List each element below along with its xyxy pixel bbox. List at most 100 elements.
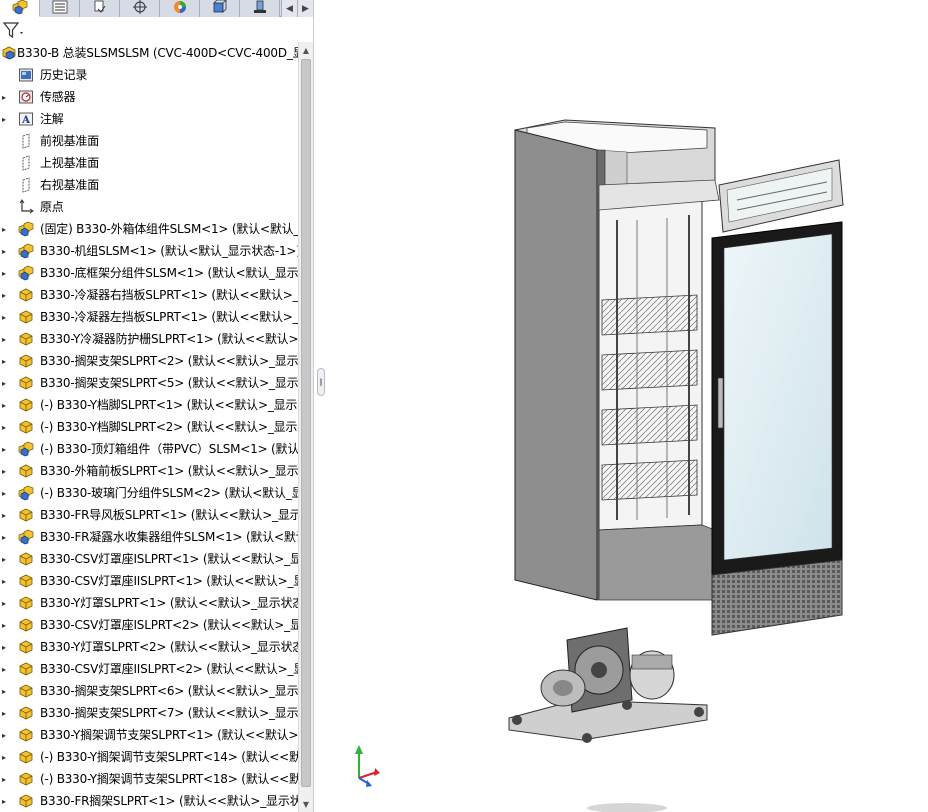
tree-item[interactable]: ▸ B330-CSV灯罩座IISLPRT<2> (默认<<默认>_显示状态 1>)	[0, 658, 298, 680]
color-wheel-icon	[172, 0, 188, 17]
expand-arrow-icon[interactable]: ▸	[0, 790, 8, 812]
tree-item[interactable]: ▸ B330-FR导风板SLPRT<1> (默认<<默认>_显示状态 1>)	[0, 504, 298, 526]
expand-arrow-icon[interactable]: ▸	[0, 306, 8, 328]
tree-item[interactable]: ▸ A 注解	[0, 108, 298, 130]
tree-item-label: 传感器	[40, 90, 76, 104]
tree-item[interactable]: ▸ B330-CSV灯罩座IISLPRT<1> (默认<<默认>_显示状态 1>)	[0, 570, 298, 592]
expand-arrow-icon[interactable]: ▸	[0, 284, 8, 306]
tab-simulation[interactable]	[240, 0, 280, 17]
tree-item[interactable]: ▸ B330-CSV灯罩座ISLPRT<1> (默认<<默认>_显示状态 1>)	[0, 548, 298, 570]
part-icon	[17, 396, 35, 414]
tree-item[interactable]: ▸ B330-Y冷凝器防护栅SLPRT<1> (默认<<默认>_显示状态 1>)	[0, 328, 298, 350]
scroll-thumb[interactable]	[301, 59, 311, 787]
expand-arrow-icon[interactable]: ▸	[0, 460, 8, 482]
tree-item-label: 历史记录	[40, 68, 88, 82]
tree-item-label: 前视基准面	[40, 134, 100, 148]
graphics-area[interactable]	[327, 0, 928, 812]
expand-arrow-icon[interactable]: ▸	[0, 328, 8, 350]
tree-item[interactable]: 右视基准面	[0, 174, 298, 196]
expand-arrow-icon[interactable]: ▸	[0, 108, 8, 130]
expand-arrow-icon[interactable]: ▸	[0, 350, 8, 372]
tree-root-assembly[interactable]: B330-B 总装SLSMSLSM (CVC-400D<CVC-400D_显示状…	[0, 42, 298, 64]
expand-arrow-icon[interactable]: ▸	[0, 592, 8, 614]
filter-icon	[2, 22, 23, 39]
top-light-box[interactable]	[718, 159, 844, 233]
tree-item[interactable]: 前视基准面	[0, 130, 298, 152]
tree-item-label: (-) B330-Y档脚SLPRT<1> (默认<<默认>_显示状态 1>)	[40, 398, 298, 412]
expand-arrow-icon[interactable]: ▸	[0, 636, 8, 658]
tab-scroll-left-icon[interactable]: ◀	[281, 0, 297, 17]
tree-item[interactable]: ▸ B330-Y灯罩SLPRT<2> (默认<<默认>_显示状态 1>)	[0, 636, 298, 658]
tree-item[interactable]: ▸ B330-冷凝器右挡板SLPRT<1> (默认<<默认>_显示状态 1>)	[0, 284, 298, 306]
part-icon	[17, 352, 35, 370]
tree-item[interactable]: ▸ (-) B330-Y档脚SLPRT<2> (默认<<默认>_显示状态 1>)	[0, 416, 298, 438]
expand-arrow-icon[interactable]: ▸	[0, 746, 8, 768]
tab-cam-manager[interactable]	[200, 0, 240, 17]
tree-item[interactable]: ▸ B330-搁架支架SLPRT<7> (默认<<默认>_显示状态 1>)	[0, 702, 298, 724]
tree-item[interactable]: ▸ B330-底框架分组件SLSM<1> (默认<默认_显示状态-1>)	[0, 262, 298, 284]
tab-scroll-right-icon[interactable]: ▶	[297, 0, 313, 17]
expand-arrow-icon[interactable]: ▸	[0, 526, 8, 548]
filter-button[interactable]	[2, 20, 28, 40]
expand-arrow-icon[interactable]: ▸	[0, 262, 8, 284]
tree-item-label: B330-CSV灯罩座IISLPRT<1> (默认<<默认>_显示状态 1>)	[40, 574, 298, 588]
expand-arrow-icon[interactable]: ▸	[0, 240, 8, 262]
tree-item-label: B330-CSV灯罩座ISLPRT<1> (默认<<默认>_显示状态 1>)	[40, 552, 298, 566]
expand-arrow-icon[interactable]: ▸	[0, 482, 8, 504]
tree-item[interactable]: ▸ (-) B330-玻璃门分组件SLSM<2> (默认<默认_显示状态-1>)	[0, 482, 298, 504]
expand-arrow-icon[interactable]: ▸	[0, 86, 8, 108]
compressor-unit[interactable]	[508, 627, 708, 743]
tree-item[interactable]: ▸ (固定) B330-外箱体组件SLSM<1> (默认<默认_显示状态-1>)	[0, 218, 298, 240]
tree-item[interactable]: ▸ 传感器	[0, 86, 298, 108]
tree-item[interactable]: ▸ B330-CSV灯罩座ISLPRT<2> (默认<<默认>_显示状态 1>)	[0, 614, 298, 636]
expand-arrow-icon[interactable]: ▸	[0, 504, 8, 526]
tree-item[interactable]: 上视基准面	[0, 152, 298, 174]
tree-item[interactable]: 历史记录	[0, 64, 298, 86]
tree-item[interactable]: ▸ B330-搁架支架SLPRT<6> (默认<<默认>_显示状态 1>)	[0, 680, 298, 702]
tree-item[interactable]: ▸ (-) B330-Y档脚SLPRT<1> (默认<<默认>_显示状态 1>)	[0, 394, 298, 416]
expand-arrow-icon[interactable]: ▸	[0, 658, 8, 680]
tree-item[interactable]: ▸ B330-搁架支架SLPRT<2> (默认<<默认>_显示状态 1>)	[0, 350, 298, 372]
expand-arrow-icon[interactable]: ▸	[0, 416, 8, 438]
tree-item[interactable]: ▸ B330-Y搁架调节支架SLPRT<1> (默认<<默认>_显示状态 1>)	[0, 724, 298, 746]
scroll-up-arrow-icon[interactable]: ▲	[299, 42, 313, 58]
tab-configuration-manager[interactable]	[80, 0, 120, 17]
part-icon	[17, 616, 35, 634]
tree-item-label: B330-Y搁架调节支架SLPRT<1> (默认<<默认>_显示状态 1>)	[40, 728, 298, 742]
expand-arrow-icon[interactable]: ▸	[0, 372, 8, 394]
expand-arrow-icon[interactable]: ▸	[0, 218, 8, 240]
expand-arrow-icon[interactable]: ▸	[0, 614, 8, 636]
tree-scrollbar[interactable]: ▲ ▼	[298, 42, 313, 812]
tab-feature-manager[interactable]	[0, 0, 40, 17]
tree-item[interactable]: ▸ B330-机组SLSM<1> (默认<默认_显示状态-1>)	[0, 240, 298, 262]
tree-item[interactable]: ▸ B330-外箱前板SLPRT<1> (默认<<默认>_显示状态 1>)	[0, 460, 298, 482]
cabinet-body[interactable]	[514, 119, 720, 601]
tab-dimxpert-manager[interactable]	[120, 0, 160, 17]
tree-item-label: 注解	[40, 112, 64, 126]
expand-arrow-icon[interactable]: ▸	[0, 768, 8, 790]
panel-splitter[interactable]: ‖	[313, 0, 327, 812]
expand-arrow-icon[interactable]: ▸	[0, 548, 8, 570]
tree-item[interactable]: ▸ B330-FR凝露水收集器组件SLSM<1> (默认<默认_显示状态-1>)	[0, 526, 298, 548]
splitter-grip-icon[interactable]: ‖	[317, 368, 325, 396]
tree-item-label: 右视基准面	[40, 178, 100, 192]
tree-item[interactable]: ▸ (-) B330-Y搁架调节支架SLPRT<14> (默认<<默认>_显示状态…	[0, 746, 298, 768]
tree-item[interactable]: ▸ (-) B330-Y搁架调节支架SLPRT<18> (默认<<默认>_显示状态…	[0, 768, 298, 790]
expand-arrow-icon[interactable]: ▸	[0, 438, 8, 460]
tree-item[interactable]: ▸ B330-FR搁架SLPRT<1> (默认<<默认>_显示状态 1>)	[0, 790, 298, 812]
tree-item[interactable]: ▸ B330-冷凝器左挡板SLPRT<1> (默认<<默认>_显示状态 1>)	[0, 306, 298, 328]
glass-door[interactable]	[711, 221, 843, 576]
tree-item[interactable]: ▸ B330-搁架支架SLPRT<5> (默认<<默认>_显示状态 1>)	[0, 372, 298, 394]
tab-display-manager[interactable]	[160, 0, 200, 17]
expand-arrow-icon[interactable]: ▸	[0, 570, 8, 592]
expand-arrow-icon[interactable]: ▸	[0, 724, 8, 746]
tab-property-manager[interactable]	[40, 0, 80, 17]
expand-arrow-icon[interactable]: ▸	[0, 394, 8, 416]
tree-item[interactable]: ▸ B330-Y灯罩SLPRT<1> (默认<<默认>_显示状态 1>)	[0, 592, 298, 614]
tree-item-label: B330-FR凝露水收集器组件SLSM<1> (默认<默认_显示状态-1>)	[40, 530, 298, 544]
expand-arrow-icon[interactable]: ▸	[0, 702, 8, 724]
scroll-down-arrow-icon[interactable]: ▼	[299, 796, 313, 812]
tree-item[interactable]: ▸ (-) B330-顶灯箱组件（带PVC）SLSM<1> (默认<默认_显示状态…	[0, 438, 298, 460]
expand-arrow-icon[interactable]: ▸	[0, 680, 8, 702]
tree-item[interactable]: 原点	[0, 196, 298, 218]
